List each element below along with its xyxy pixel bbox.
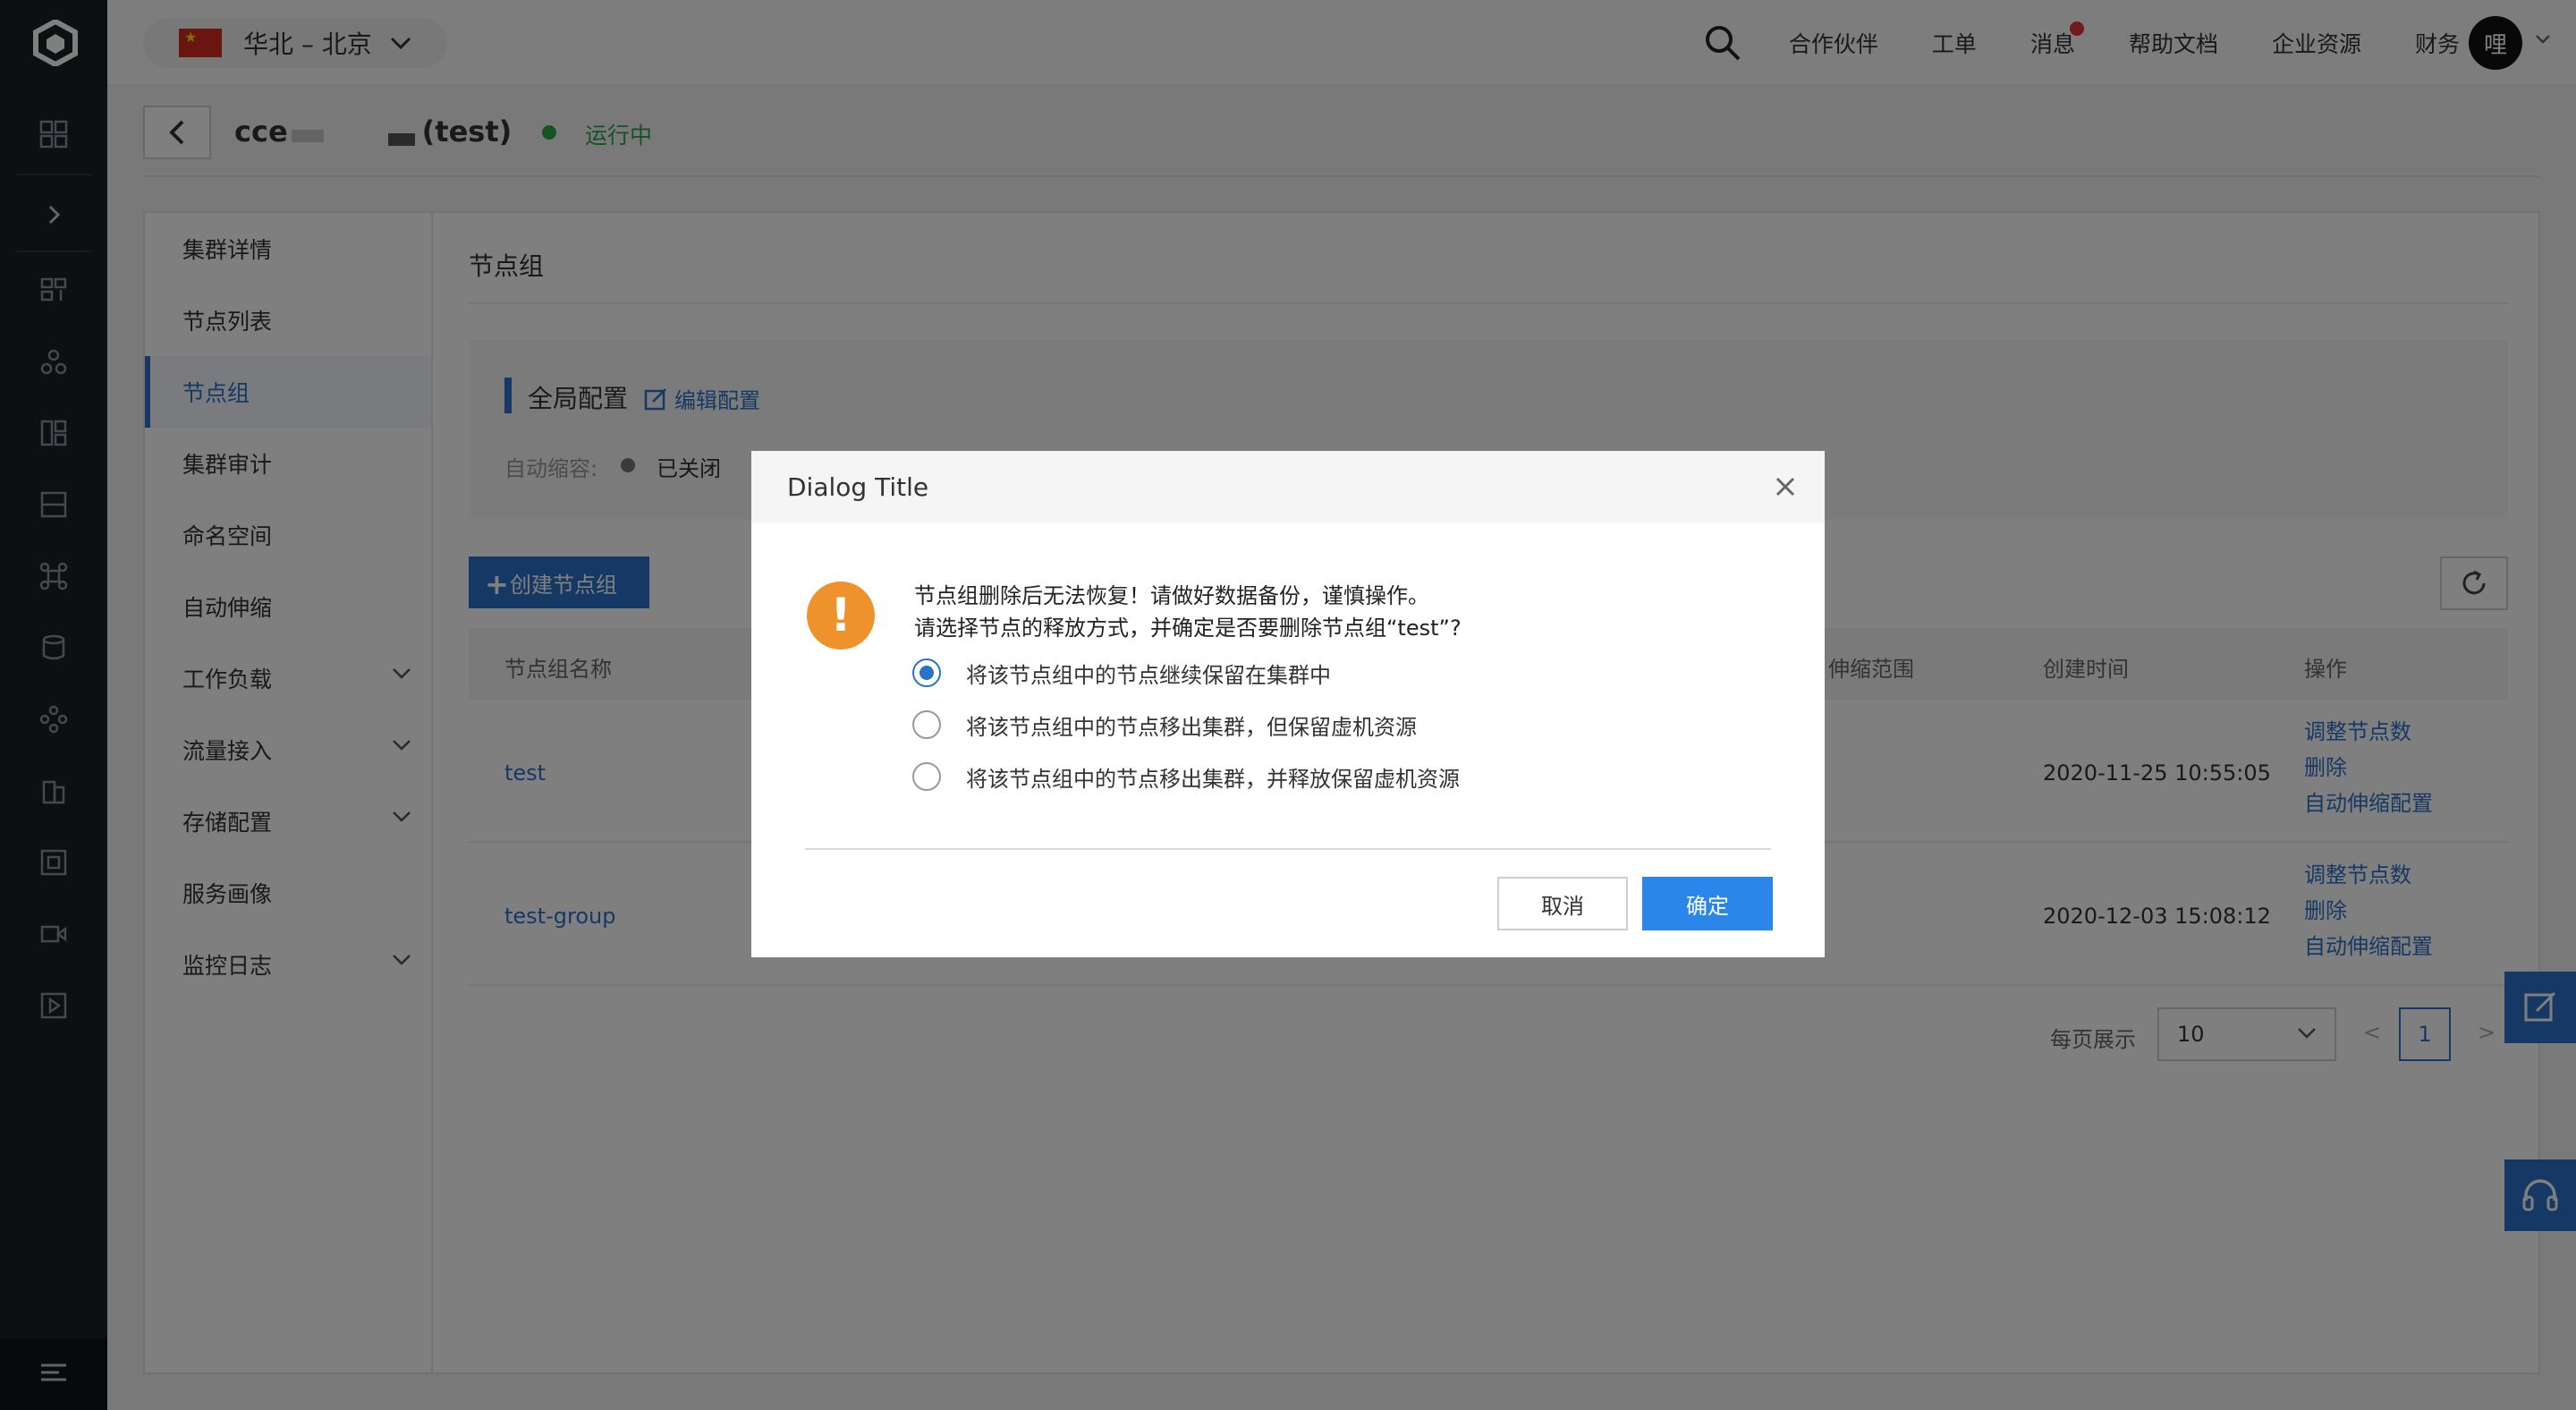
dialog-title: Dialog Title: [787, 472, 929, 502]
dialog-header: Dialog Title: [751, 451, 1825, 522]
close-icon[interactable]: [1773, 474, 1798, 499]
radio-button[interactable]: [912, 658, 941, 687]
delete-node-group-dialog: Dialog Title ! 节点组删除后无法恢复！请做好数据备份，谨慎操作。 …: [751, 451, 1825, 957]
option-label: 将该节点组中的节点继续保留在集群中: [966, 662, 1331, 688]
option-label: 将该节点组中的节点移出集群，并释放保留虚机资源: [966, 766, 1460, 792]
release-option-remove-release-vm[interactable]: 将该节点组中的节点移出集群，并释放保留虚机资源: [912, 759, 1460, 794]
radio-button[interactable]: [912, 710, 941, 739]
warning-icon: !: [807, 582, 875, 650]
release-option-keep[interactable]: 将该节点组中的节点继续保留在集群中: [912, 655, 1331, 691]
radio-button[interactable]: [912, 762, 941, 791]
cancel-button[interactable]: 取消: [1497, 877, 1628, 930]
option-label: 将该节点组中的节点移出集群，但保留虚机资源: [966, 714, 1417, 740]
warning-message: 节点组删除后无法恢复！请做好数据备份，谨慎操作。: [914, 583, 1429, 608]
confirm-button[interactable]: 确定: [1642, 877, 1773, 930]
release-option-remove-keep-vm[interactable]: 将该节点组中的节点移出集群，但保留虚机资源: [912, 707, 1417, 743]
confirm-message: 请选择节点的释放方式，并确定是否要删除节点组“test”?: [914, 616, 1462, 641]
